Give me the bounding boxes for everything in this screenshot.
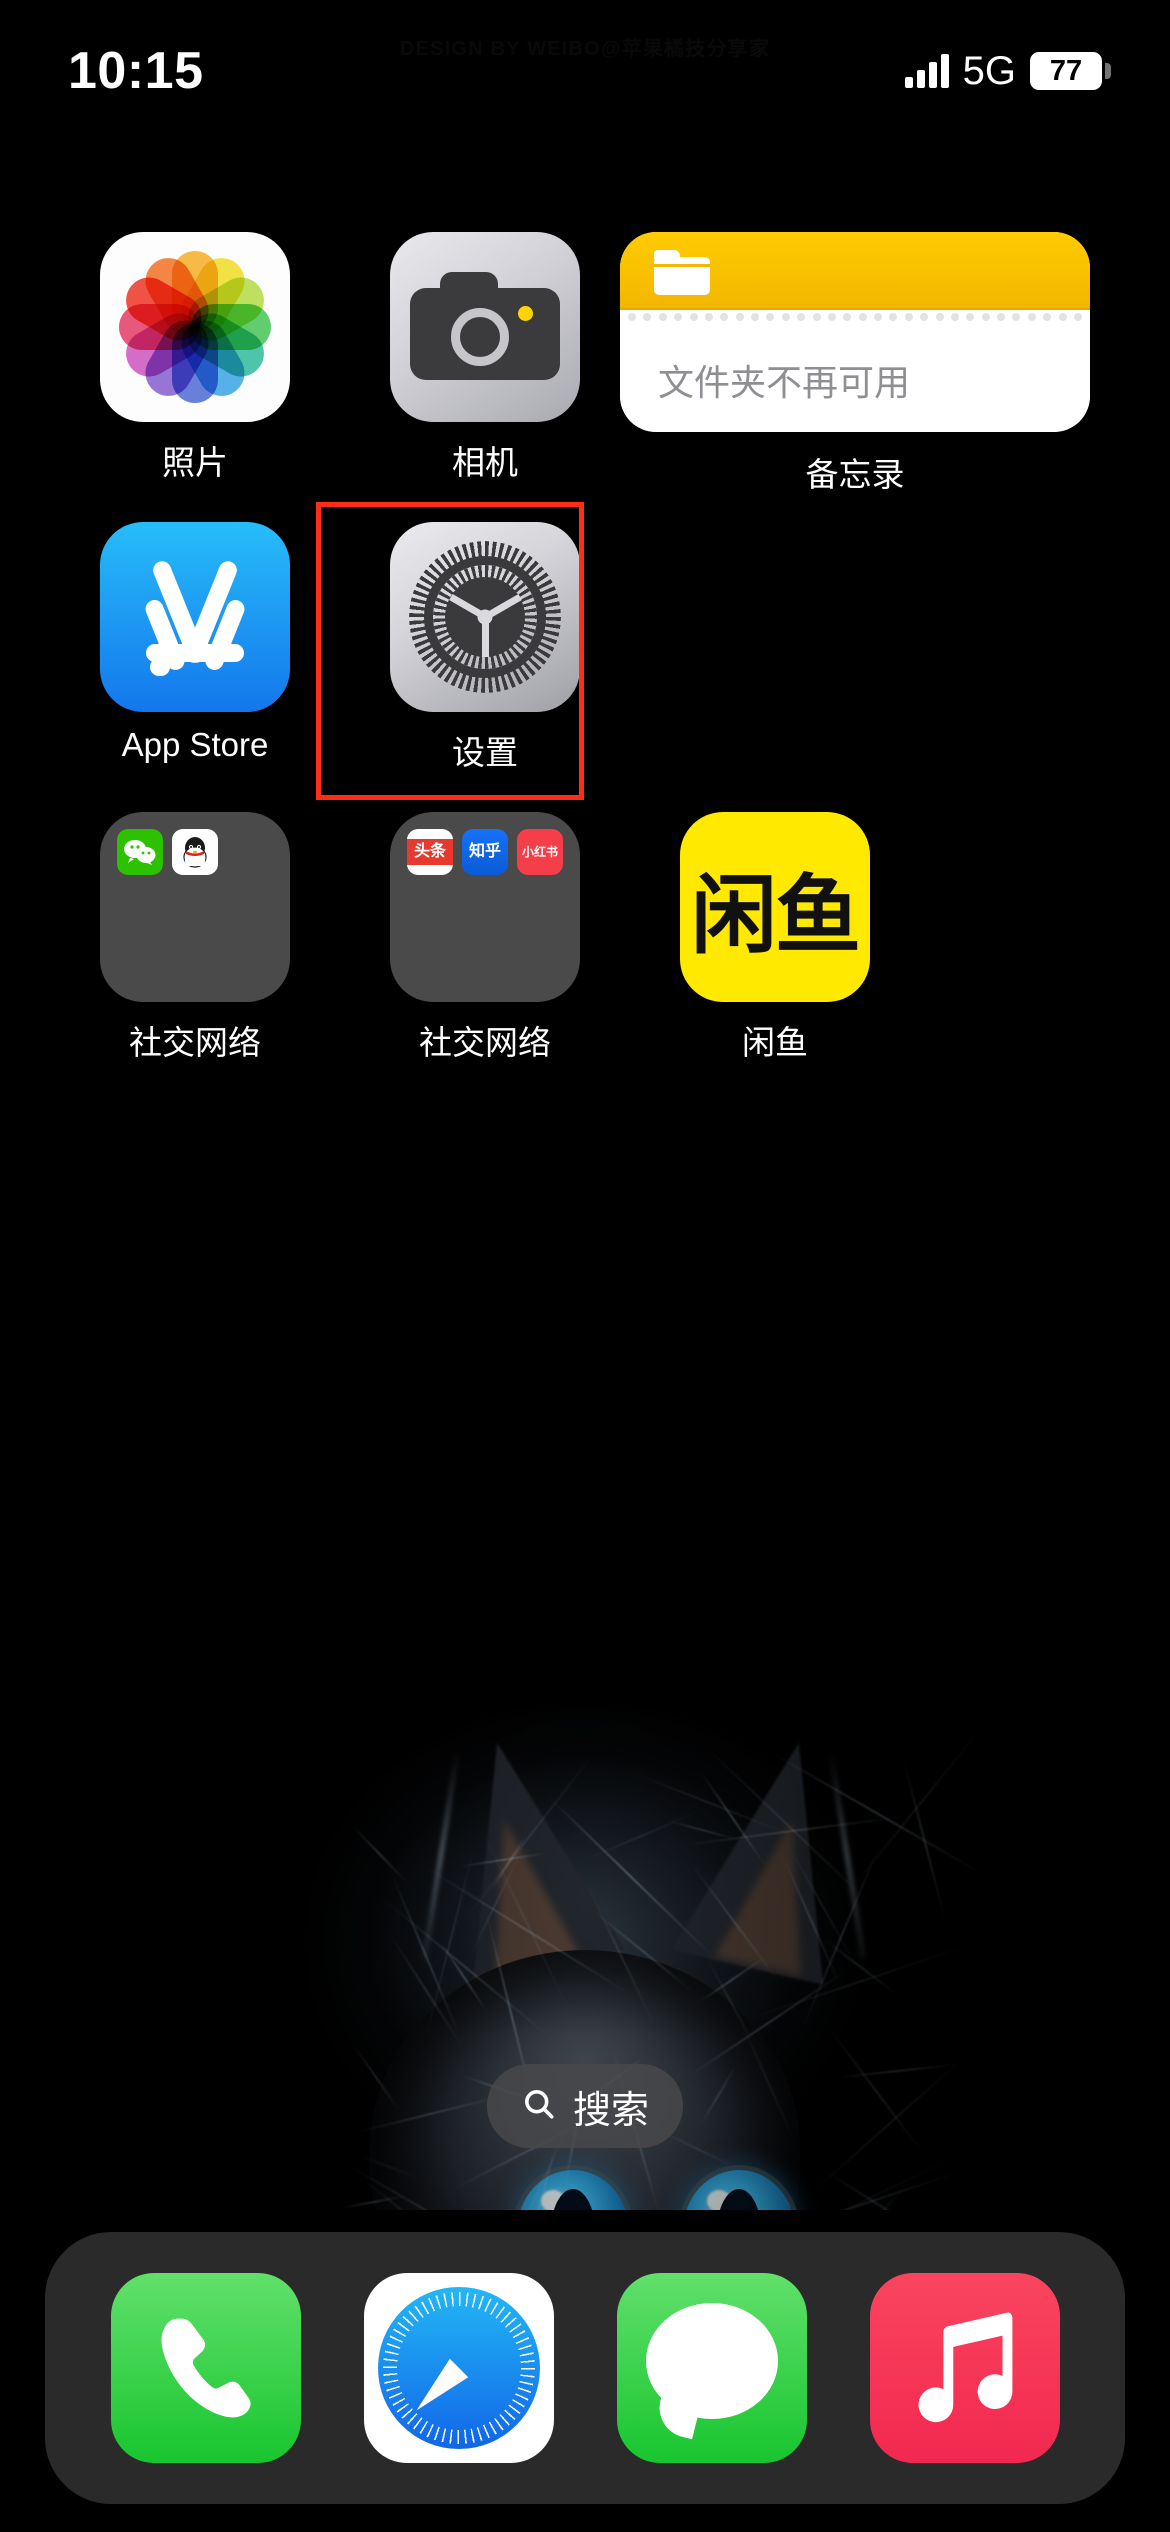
notes-widget-header (620, 232, 1090, 310)
notes-widget-card[interactable]: 文件夹不再可用 (620, 232, 1090, 432)
safari-icon[interactable] (364, 2273, 554, 2463)
xianyu-glyph: 闲鱼 (691, 845, 859, 970)
app-label: 相机 (452, 436, 518, 484)
app-label: 设置 (452, 726, 518, 774)
app-photos[interactable]: 照片 (50, 232, 340, 522)
folder-icon (654, 250, 710, 295)
mini-icon-zhihu: 知乎 (462, 829, 508, 875)
app-row-2: App Store 设置 (0, 522, 1170, 812)
app-store-icon (100, 522, 290, 712)
signal-bars-icon (905, 54, 949, 88)
app-settings[interactable]: 设置 (340, 522, 630, 812)
folder-icon (100, 812, 290, 1002)
folder-social-network-1[interactable]: 社交网络 (50, 812, 340, 1102)
app-label: 社交网络 (419, 1016, 551, 1064)
search-icon (521, 2086, 557, 2127)
settings-icon (390, 522, 580, 712)
notes-widget-body: 文件夹不再可用 (620, 324, 1090, 432)
app-app-store[interactable]: App Store (50, 522, 340, 812)
search-label: 搜索 (573, 2079, 649, 2134)
battery-icon: 77 (1030, 52, 1102, 90)
app-store-glyph-dot (150, 658, 170, 676)
xianyu-icon: 闲鱼 (680, 812, 870, 1002)
camera-icon (390, 232, 580, 422)
dock (45, 2232, 1125, 2504)
notes-widget-label: 备忘录 (620, 448, 1090, 496)
mini-icon-qq (172, 829, 218, 875)
status-indicators: 5G 77 (905, 27, 1102, 94)
search-button[interactable]: 搜索 (487, 2064, 683, 2148)
folder-social-network-2[interactable]: 头条 知乎 小红书 社交网络 (340, 812, 630, 1102)
app-label: 照片 (162, 436, 228, 484)
messages-icon[interactable] (617, 2273, 807, 2463)
mini-icon-wechat (117, 829, 163, 875)
app-xianyu[interactable]: 闲鱼 闲鱼 (630, 812, 920, 1102)
mini-icon-xiaohongshu: 小红书 (517, 829, 563, 875)
app-row-3: 社交网络 头条 知乎 小红书 社交网络 闲鱼 闲鱼 (0, 812, 1170, 1102)
status-bar: 10:15 5G 77 (0, 0, 1170, 120)
notes-perforation (620, 310, 1090, 324)
folder-icon: 头条 知乎 小红书 (390, 812, 580, 1002)
notes-widget[interactable]: 文件夹不再可用 备忘录 (620, 232, 1090, 432)
photos-icon (100, 232, 290, 422)
notes-widget-message: 文件夹不再可用 (658, 354, 1052, 406)
phone-icon[interactable] (111, 2273, 301, 2463)
battery-level-label: 77 (1050, 55, 1082, 88)
network-type-label: 5G (963, 49, 1016, 94)
mini-icon-toutiao: 头条 (407, 829, 453, 875)
app-camera[interactable]: 相机 (340, 232, 630, 522)
music-icon[interactable] (870, 2273, 1060, 2463)
app-label: App Store (122, 726, 269, 764)
app-label: 社交网络 (129, 1016, 261, 1064)
app-label: 闲鱼 (742, 1016, 808, 1064)
status-time: 10:15 (68, 19, 204, 101)
